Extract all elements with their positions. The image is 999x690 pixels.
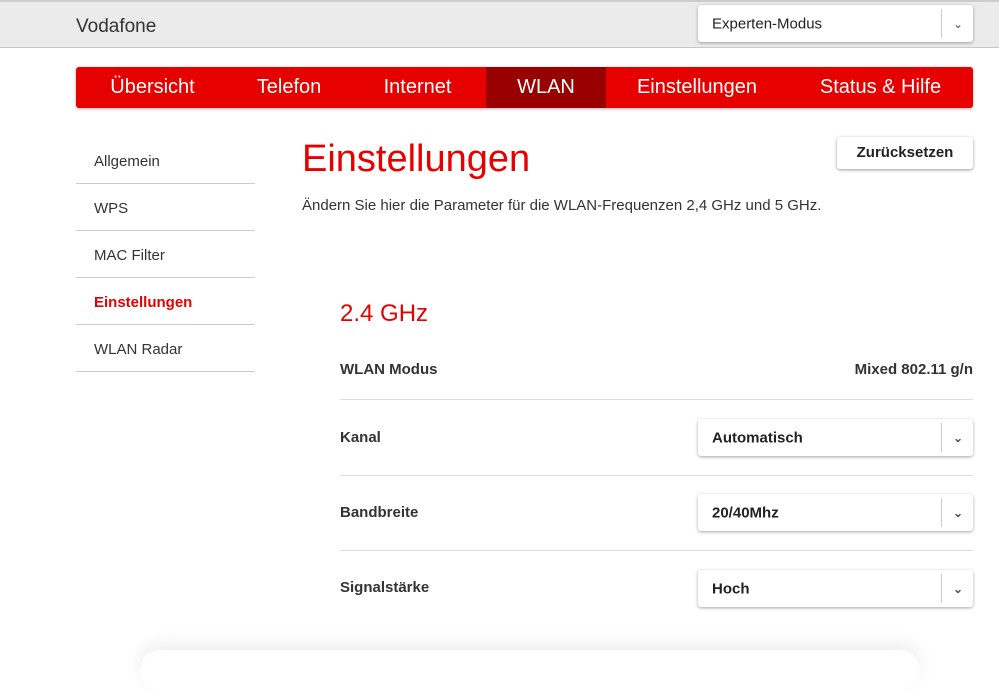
sidebar-item-mac-filter[interactable]: MAC Filter [76,231,255,278]
chevron-down-icon: ⌄ [952,581,963,596]
divider [941,9,942,38]
mode-select-value: Experten-Modus [712,15,823,32]
signalstaerke-select[interactable]: Hoch ⌄ [698,570,973,607]
divider [941,423,942,452]
chevron-down-icon: ⌄ [952,16,963,31]
sidebar-item-wlan-radar[interactable]: WLAN Radar [76,325,255,372]
tab-uebersicht[interactable]: Übersicht [76,67,229,108]
kanal-label: Kanal [340,429,381,446]
divider [941,498,942,527]
tab-wlan[interactable]: WLAN [486,67,606,108]
next-panel-shadow [140,650,920,690]
kanal-select-value: Automatisch [712,429,803,446]
divider [941,574,942,603]
tab-internet[interactable]: Internet [349,67,486,108]
reset-button[interactable]: Zurücksetzen [837,137,973,169]
wlan-modus-label: WLAN Modus [340,361,438,378]
chevron-down-icon: ⌄ [952,430,963,445]
main-nav: Übersicht Telefon Internet WLAN Einstell… [76,67,973,108]
wlan-modus-value: Mixed 802.11 g/n [854,361,973,378]
section-title: 2.4 GHz [340,300,429,327]
brand-name: Vodafone [76,16,157,37]
sidebar-item-wps[interactable]: WPS [76,184,255,231]
tab-status-hilfe[interactable]: Status & Hilfe [788,67,973,108]
tab-einstellungen[interactable]: Einstellungen [606,67,788,108]
mode-select[interactable]: Experten-Modus ⌄ [698,5,973,42]
sidebar-item-einstellungen[interactable]: Einstellungen [76,278,255,325]
signalstaerke-label: Signalstärke [340,579,430,596]
bandbreite-select-value: 20/40Mhz [712,504,779,521]
kanal-select[interactable]: Automatisch ⌄ [698,419,973,456]
page-description: Ändern Sie hier die Parameter für die WL… [302,197,822,214]
row-wlan-modus: WLAN Modus Mixed 802.11 g/n [340,350,973,400]
sidebar-item-allgemein[interactable]: Allgemein [76,137,255,184]
tab-telefon[interactable]: Telefon [229,67,349,108]
page-title: Einstellungen [302,138,531,180]
bandbreite-select[interactable]: 20/40Mhz ⌄ [698,494,973,531]
sidebar: Allgemein WPS MAC Filter Einstellungen W… [76,137,255,372]
signalstaerke-select-value: Hoch [712,580,750,597]
bandbreite-label: Bandbreite [340,504,419,521]
chevron-down-icon: ⌄ [952,505,963,520]
